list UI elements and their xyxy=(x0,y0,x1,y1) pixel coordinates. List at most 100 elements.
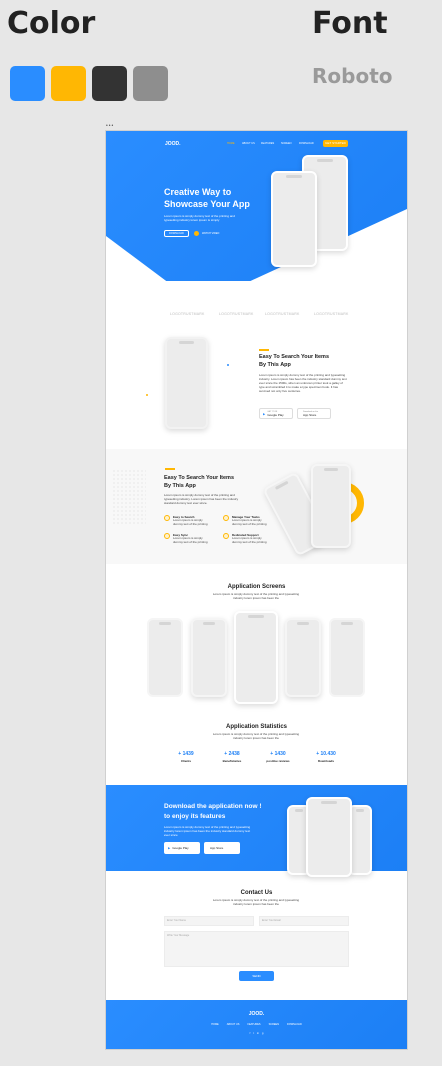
nav-download[interactable]: DOWNLOAD xyxy=(299,142,314,145)
hero-title-line1: Creative Way to xyxy=(164,187,232,197)
stat-value: + 1439 xyxy=(178,751,194,757)
feature-item: Easy Sync Lorem ipsum is simply dummy tex… xyxy=(164,533,212,545)
stat-label: positive reviews xyxy=(266,759,290,763)
nav-home[interactable]: HOME xyxy=(227,142,235,145)
feature-item: Easy to Search Lorem ipsum is simply dumm… xyxy=(164,515,212,527)
footer-nav-screen[interactable]: SCREEN xyxy=(269,1023,279,1026)
color-heading: Color xyxy=(7,6,96,41)
footer-nav: HOME ABOUT US FEATURES SCREEN DOWNLOAD xyxy=(106,1023,407,1026)
font-name: Roboto xyxy=(312,64,393,88)
feature-item: Manage Your Tasks Lorem ipsum is simply d… xyxy=(223,515,271,527)
feature-item-text: Manage Your Tasks Lorem ipsum is simply d… xyxy=(232,515,271,527)
download-title: Download the application now ! to enjoy … xyxy=(164,802,262,822)
landing-page-mockup: JOOD. HOME ABOUT US FEATURES SCREEN DOWN… xyxy=(106,131,407,1049)
feature2-title-line1: Easy To Search Your Items xyxy=(164,475,235,481)
dot-pattern xyxy=(112,469,146,524)
feature-item: Dedicated Support Lorem ipsum is simply d… xyxy=(223,533,271,545)
download-body: Lorem ipsum is simply dummy text of the … xyxy=(164,825,251,837)
feature1-app-store-button[interactable]: Download on the App Store xyxy=(297,408,331,419)
send-button[interactable]: SEND xyxy=(239,971,274,981)
footer-nav-features[interactable]: FEATURES xyxy=(247,1023,260,1026)
download-title-line1: Download the application now ! xyxy=(164,803,262,810)
partner-logo-3: LOGOTRUSTMARK xyxy=(265,312,300,316)
stat-downloads: + 10.430 Downloads xyxy=(306,751,346,763)
search-icon xyxy=(164,515,170,521)
color-swatch-gray xyxy=(133,66,168,101)
header-logo[interactable]: JOOD. xyxy=(165,141,181,147)
screen-phone-2 xyxy=(191,618,227,697)
feature1-accent-line xyxy=(259,349,269,351)
screen-phone-5 xyxy=(329,618,365,697)
stat-beneficiaries: + 2438 Beneficiaries xyxy=(212,751,252,763)
feature1-title-line2: By This App xyxy=(259,362,291,369)
feature2-body: Lorem ipsum is simply dummy text of the … xyxy=(164,493,239,505)
footer-logo[interactable]: JOOD. xyxy=(106,1011,407,1017)
support-icon xyxy=(223,533,229,539)
partner-logo-2: LOGOTRUSTMARK xyxy=(219,312,254,316)
screen-phone-center xyxy=(234,611,278,704)
stat-value: + 10.430 xyxy=(316,751,336,757)
feature-item-desc: Lorem ipsum is simply dummy text of the … xyxy=(173,536,208,544)
feature-item-text: Easy Sync Lorem ipsum is simply dummy tex… xyxy=(173,533,212,545)
stat-label: Beneficiaries xyxy=(222,759,242,763)
google-icon[interactable]: g xyxy=(262,1032,263,1035)
color-swatch-blue xyxy=(10,66,45,101)
google-play-label: Google Play xyxy=(267,412,284,417)
feature1-app-store-text: Download on the App Store xyxy=(303,411,318,417)
feature2-title: Easy To Search Your Items By This App xyxy=(164,474,234,491)
screens-title: Application Screens xyxy=(227,584,286,590)
stat-label: Downloads xyxy=(317,759,334,763)
sync-icon xyxy=(164,533,170,539)
download-app-store-button[interactable]: App Store xyxy=(204,842,240,854)
screen-phone-1 xyxy=(147,618,183,697)
decor-dot-blue xyxy=(227,364,229,366)
download-phone-center xyxy=(306,797,352,877)
app-store-label: App Store xyxy=(303,412,317,417)
stat-clients: + 1439 Clients xyxy=(166,751,206,763)
feature2-title-line2: By This App xyxy=(164,483,196,490)
color-swatch-yellow xyxy=(51,66,86,101)
feature1-title-line1: Easy To Search Your Items xyxy=(259,354,330,360)
hero-subtitle: Lorem ipsum is simply dummy text of the … xyxy=(164,214,235,222)
feature-item-desc: Lorem ipsum is simply dummy text of the … xyxy=(232,536,267,544)
footer-nav-home[interactable]: HOME xyxy=(211,1023,219,1026)
facebook-icon[interactable]: f xyxy=(250,1032,251,1035)
play-icon[interactable] xyxy=(194,231,199,236)
stat-reviews: + 1430 positive reviews xyxy=(258,751,298,763)
feature-item-desc: Lorem ipsum is simply dummy text of the … xyxy=(232,518,267,526)
linkedin-icon[interactable]: in xyxy=(257,1032,259,1035)
footer-social: f t in g xyxy=(106,1032,407,1035)
hero-download-button[interactable]: DOWNLOAD xyxy=(164,230,189,237)
feature1-body: Lorem ipsum is simply dummy text of the … xyxy=(259,373,347,393)
name-field[interactable]: Enter Your Name xyxy=(164,916,254,926)
contact-subtitle: Lorem ipsum is simply dummy text of the … xyxy=(212,898,300,906)
email-field[interactable]: Enter Your Email xyxy=(259,916,349,926)
stat-value: + 2438 xyxy=(224,751,240,757)
nav-features[interactable]: FEATURES xyxy=(261,142,274,145)
google-play-icon: ▶ xyxy=(263,411,266,416)
nav-screen[interactable]: SCREEN xyxy=(281,142,291,145)
feature1-google-play-button[interactable]: ▶ GET IT ON Google Play xyxy=(259,408,293,419)
footer-nav-about[interactable]: ABOUT US xyxy=(227,1023,240,1026)
hero-phone-front xyxy=(271,171,317,267)
feature2-accent-line xyxy=(165,468,175,470)
google-play-label: Google Play xyxy=(172,846,189,850)
twitter-icon[interactable]: t xyxy=(253,1032,254,1035)
stat-value: + 1430 xyxy=(270,751,286,757)
stats-subtitle: Lorem ipsum is simply dummy text of the … xyxy=(212,732,300,740)
frame-dots: ••• xyxy=(106,123,115,129)
download-google-play-button[interactable]: ▶ Google Play xyxy=(164,842,200,854)
tasks-icon xyxy=(223,515,229,521)
nav-about[interactable]: ABOUT US xyxy=(242,142,255,145)
get-started-button[interactable]: GET STARTED xyxy=(323,140,348,147)
feature2-phone xyxy=(311,464,351,548)
message-field[interactable]: Write Your Message xyxy=(164,931,349,967)
footer-nav-download[interactable]: DOWNLOAD xyxy=(287,1023,302,1026)
hero-background xyxy=(106,131,407,281)
feature-item-text: Dedicated Support Lorem ipsum is simply d… xyxy=(232,533,271,545)
watch-video-link[interactable]: WATCH VIDEO xyxy=(202,232,219,235)
partner-logo-1: LOGOTRUSTMARK xyxy=(170,312,205,316)
stat-label: Clients xyxy=(180,759,191,763)
hero-title-line2: Showcase Your App xyxy=(164,199,250,210)
hero-title: Creative Way to Showcase Your App xyxy=(164,186,250,210)
